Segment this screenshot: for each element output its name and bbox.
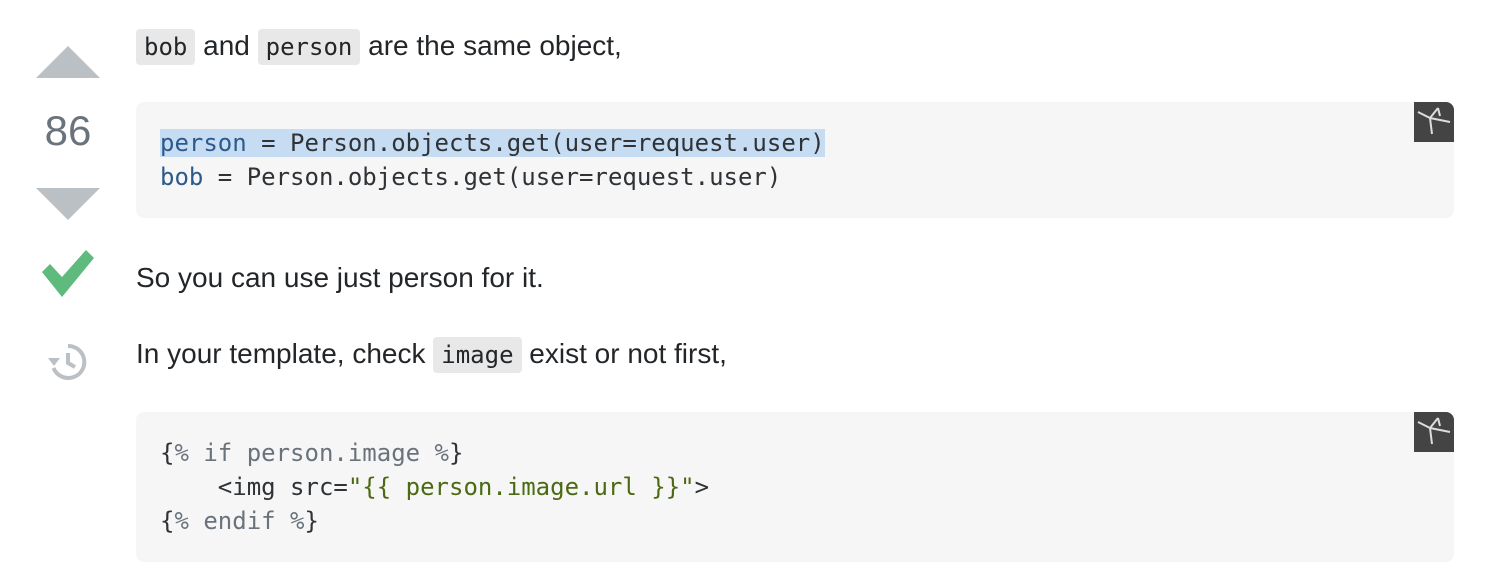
copy-code-button[interactable] [1414,102,1454,142]
code-text: } [304,507,319,535]
inline-code-image: image [433,337,522,373]
inline-code-bob: bob [136,29,196,65]
code-text: { [160,507,175,535]
code-block-2[interactable]: {% if person.image %} <img src="{{ perso… [136,412,1454,562]
code-text: <img src= [160,473,348,501]
template-tag: % if person.image % [174,439,449,467]
code-text: > [694,473,710,501]
downvote-button[interactable] [36,188,100,220]
code-line-1: {% if person.image %} [160,436,1430,470]
code-line-1: person = Person.objects.get(user=request… [160,126,1430,160]
copy-icon [1417,417,1451,445]
paragraph-1: bob and person are the same object, [136,28,622,65]
copy-code-button[interactable] [1414,412,1454,452]
checkmark-icon [42,250,94,297]
code-variable: bob [160,163,204,191]
code-line-2: bob = Person.objects.get(user=request.us… [160,160,1430,194]
code-variable: person [160,129,247,157]
template-tag: % endif % [174,507,305,535]
code-block-1[interactable]: person = Person.objects.get(user=request… [136,102,1454,218]
paragraph-text: are the same object, [360,30,622,61]
history-icon[interactable] [48,342,88,382]
paragraph-text: and [195,30,258,61]
code-text: { [160,439,175,467]
code-line-3: {% endif %} [160,504,1430,538]
code-text: } [449,439,464,467]
code-text: = Person.objects.get(user=request.user) [246,129,825,157]
inline-code-person: person [257,29,361,65]
paragraph-2: So you can use just person for it. [136,262,544,293]
code-text: = Person.objects.get(user=request.user) [203,163,782,191]
code-string: "{{ person.image.url }}" [347,473,695,501]
vote-count: 86 [44,107,92,154]
paragraph-text: In your template, check [136,338,434,369]
copy-icon [1417,107,1451,135]
upvote-button[interactable] [36,46,100,78]
paragraph-3: In your template, check image exist or n… [136,336,727,373]
code-line-2: <img src="{{ person.image.url }}"> [160,470,1430,504]
paragraph-text: exist or not first, [521,338,727,369]
